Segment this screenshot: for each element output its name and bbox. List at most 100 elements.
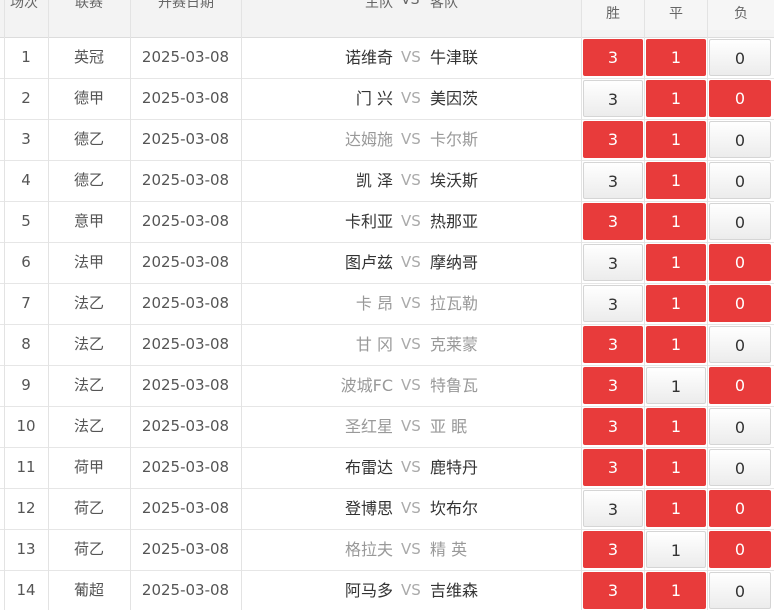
away-team[interactable]: 摩纳哥	[430, 242, 540, 283]
match-number: 6	[21, 253, 31, 271]
draw-option[interactable]: 1	[646, 408, 706, 445]
win-option[interactable]: 3	[583, 285, 643, 322]
home-team[interactable]: 卡 昂	[300, 283, 393, 324]
loss-option[interactable]: 0	[709, 449, 771, 486]
win-option[interactable]: 3	[583, 80, 643, 117]
away-team[interactable]: 克莱蒙	[430, 324, 540, 365]
win-option[interactable]: 3	[583, 367, 643, 404]
home-team[interactable]: 甘 冈	[300, 324, 393, 365]
loss-option[interactable]: 0	[709, 244, 771, 281]
draw-option[interactable]: 1	[646, 121, 706, 158]
match-date: 2025-03-08	[141, 417, 230, 435]
league-name[interactable]: 葡超	[48, 570, 130, 610]
home-team[interactable]: 诺维奇	[300, 37, 393, 78]
league-name[interactable]: 法乙	[48, 324, 130, 365]
draw-option[interactable]: 1	[646, 39, 706, 76]
draw-option[interactable]: 1	[646, 203, 706, 240]
loss-option[interactable]: 0	[709, 572, 771, 609]
win-option[interactable]: 3	[583, 39, 643, 76]
win-option[interactable]: 3	[583, 244, 643, 281]
loss-option[interactable]: 0	[709, 490, 771, 527]
win-option[interactable]: 3	[583, 449, 643, 486]
draw-option[interactable]: 1	[646, 490, 706, 527]
table-row: 11 荷甲 2025-03-08 布雷达 VS 鹿特丹 3 1 0	[0, 447, 774, 489]
away-team[interactable]: 坎布尔	[430, 488, 540, 529]
league-name[interactable]: 法乙	[48, 406, 130, 447]
match-date: 2025-03-08	[141, 212, 230, 230]
win-option[interactable]: 3	[583, 490, 643, 527]
league-name[interactable]: 荷甲	[48, 447, 130, 488]
draw-option[interactable]: 1	[646, 449, 706, 486]
match-date: 2025-03-08	[141, 540, 230, 558]
home-team[interactable]: 圣红星	[300, 406, 393, 447]
vs-label: VS	[401, 581, 421, 599]
league-name[interactable]: 法乙	[48, 365, 130, 406]
league-name[interactable]: 荷乙	[48, 488, 130, 529]
away-team[interactable]: 埃沃斯	[430, 160, 540, 201]
loss-option[interactable]: 0	[709, 162, 771, 199]
win-option[interactable]: 3	[583, 408, 643, 445]
home-team[interactable]: 卡利亚	[300, 201, 393, 242]
home-team[interactable]: 格拉夫	[300, 529, 393, 570]
away-team[interactable]: 牛津联	[430, 37, 540, 78]
league-name[interactable]: 荷乙	[48, 529, 130, 570]
home-team[interactable]: 达姆施	[300, 119, 393, 160]
match-date: 2025-03-08	[141, 458, 230, 476]
match-date: 2025-03-08	[141, 48, 230, 66]
vs-label: VS	[401, 499, 421, 517]
league-name[interactable]: 德乙	[48, 119, 130, 160]
league-name[interactable]: 法乙	[48, 283, 130, 324]
header-win: 胜	[582, 0, 644, 30]
win-option[interactable]: 3	[583, 162, 643, 199]
table-row: 6 法甲 2025-03-08 图卢兹 VS 摩纳哥 3 1 0	[0, 242, 774, 284]
draw-option[interactable]: 1	[646, 572, 706, 609]
league-name[interactable]: 德甲	[48, 78, 130, 119]
away-team[interactable]: 精 英	[430, 529, 540, 570]
home-team[interactable]: 凯 泽	[300, 160, 393, 201]
win-option[interactable]: 3	[583, 203, 643, 240]
loss-option[interactable]: 0	[709, 203, 771, 240]
away-team[interactable]: 热那亚	[430, 201, 540, 242]
loss-option[interactable]: 0	[709, 408, 771, 445]
away-team[interactable]: 特鲁瓦	[430, 365, 540, 406]
loss-option[interactable]: 0	[709, 39, 771, 76]
home-team[interactable]: 阿马多	[300, 570, 393, 610]
away-team[interactable]: 卡尔斯	[430, 119, 540, 160]
loss-option[interactable]: 0	[709, 285, 771, 322]
draw-option[interactable]: 1	[646, 367, 706, 404]
home-team[interactable]: 布雷达	[300, 447, 393, 488]
home-team[interactable]: 波城FC	[300, 365, 393, 406]
vs-label: VS	[401, 253, 421, 271]
loss-option[interactable]: 0	[709, 121, 771, 158]
away-team[interactable]: 亚 眠	[430, 406, 540, 447]
away-team[interactable]: 吉维森	[430, 570, 540, 610]
draw-option[interactable]: 1	[646, 162, 706, 199]
loss-option[interactable]: 0	[709, 80, 771, 117]
match-number: 12	[16, 499, 36, 517]
win-option[interactable]: 3	[583, 531, 643, 568]
draw-option[interactable]: 1	[646, 531, 706, 568]
home-team[interactable]: 图卢兹	[300, 242, 393, 283]
league-name[interactable]: 德乙	[48, 160, 130, 201]
league-name[interactable]: 英冠	[48, 37, 130, 78]
league-name[interactable]: 意甲	[48, 201, 130, 242]
draw-option[interactable]: 1	[646, 326, 706, 363]
loss-option[interactable]: 0	[709, 367, 771, 404]
draw-option[interactable]: 1	[646, 244, 706, 281]
loss-option[interactable]: 0	[709, 326, 771, 363]
table-row: 3 德乙 2025-03-08 达姆施 VS 卡尔斯 3 1 0	[0, 119, 774, 161]
away-team[interactable]: 鹿特丹	[430, 447, 540, 488]
away-team[interactable]: 拉瓦勒	[430, 283, 540, 324]
win-option[interactable]: 3	[583, 326, 643, 363]
home-team[interactable]: 门 兴	[300, 78, 393, 119]
home-team[interactable]: 登博思	[300, 488, 393, 529]
away-team[interactable]: 美因茨	[430, 78, 540, 119]
win-option[interactable]: 3	[583, 121, 643, 158]
draw-option[interactable]: 1	[646, 80, 706, 117]
column-divider	[4, 0, 5, 610]
league-name[interactable]: 法甲	[48, 242, 130, 283]
loss-option[interactable]: 0	[709, 531, 771, 568]
win-option[interactable]: 3	[583, 572, 643, 609]
header-away: 客队	[430, 0, 458, 11]
draw-option[interactable]: 1	[646, 285, 706, 322]
